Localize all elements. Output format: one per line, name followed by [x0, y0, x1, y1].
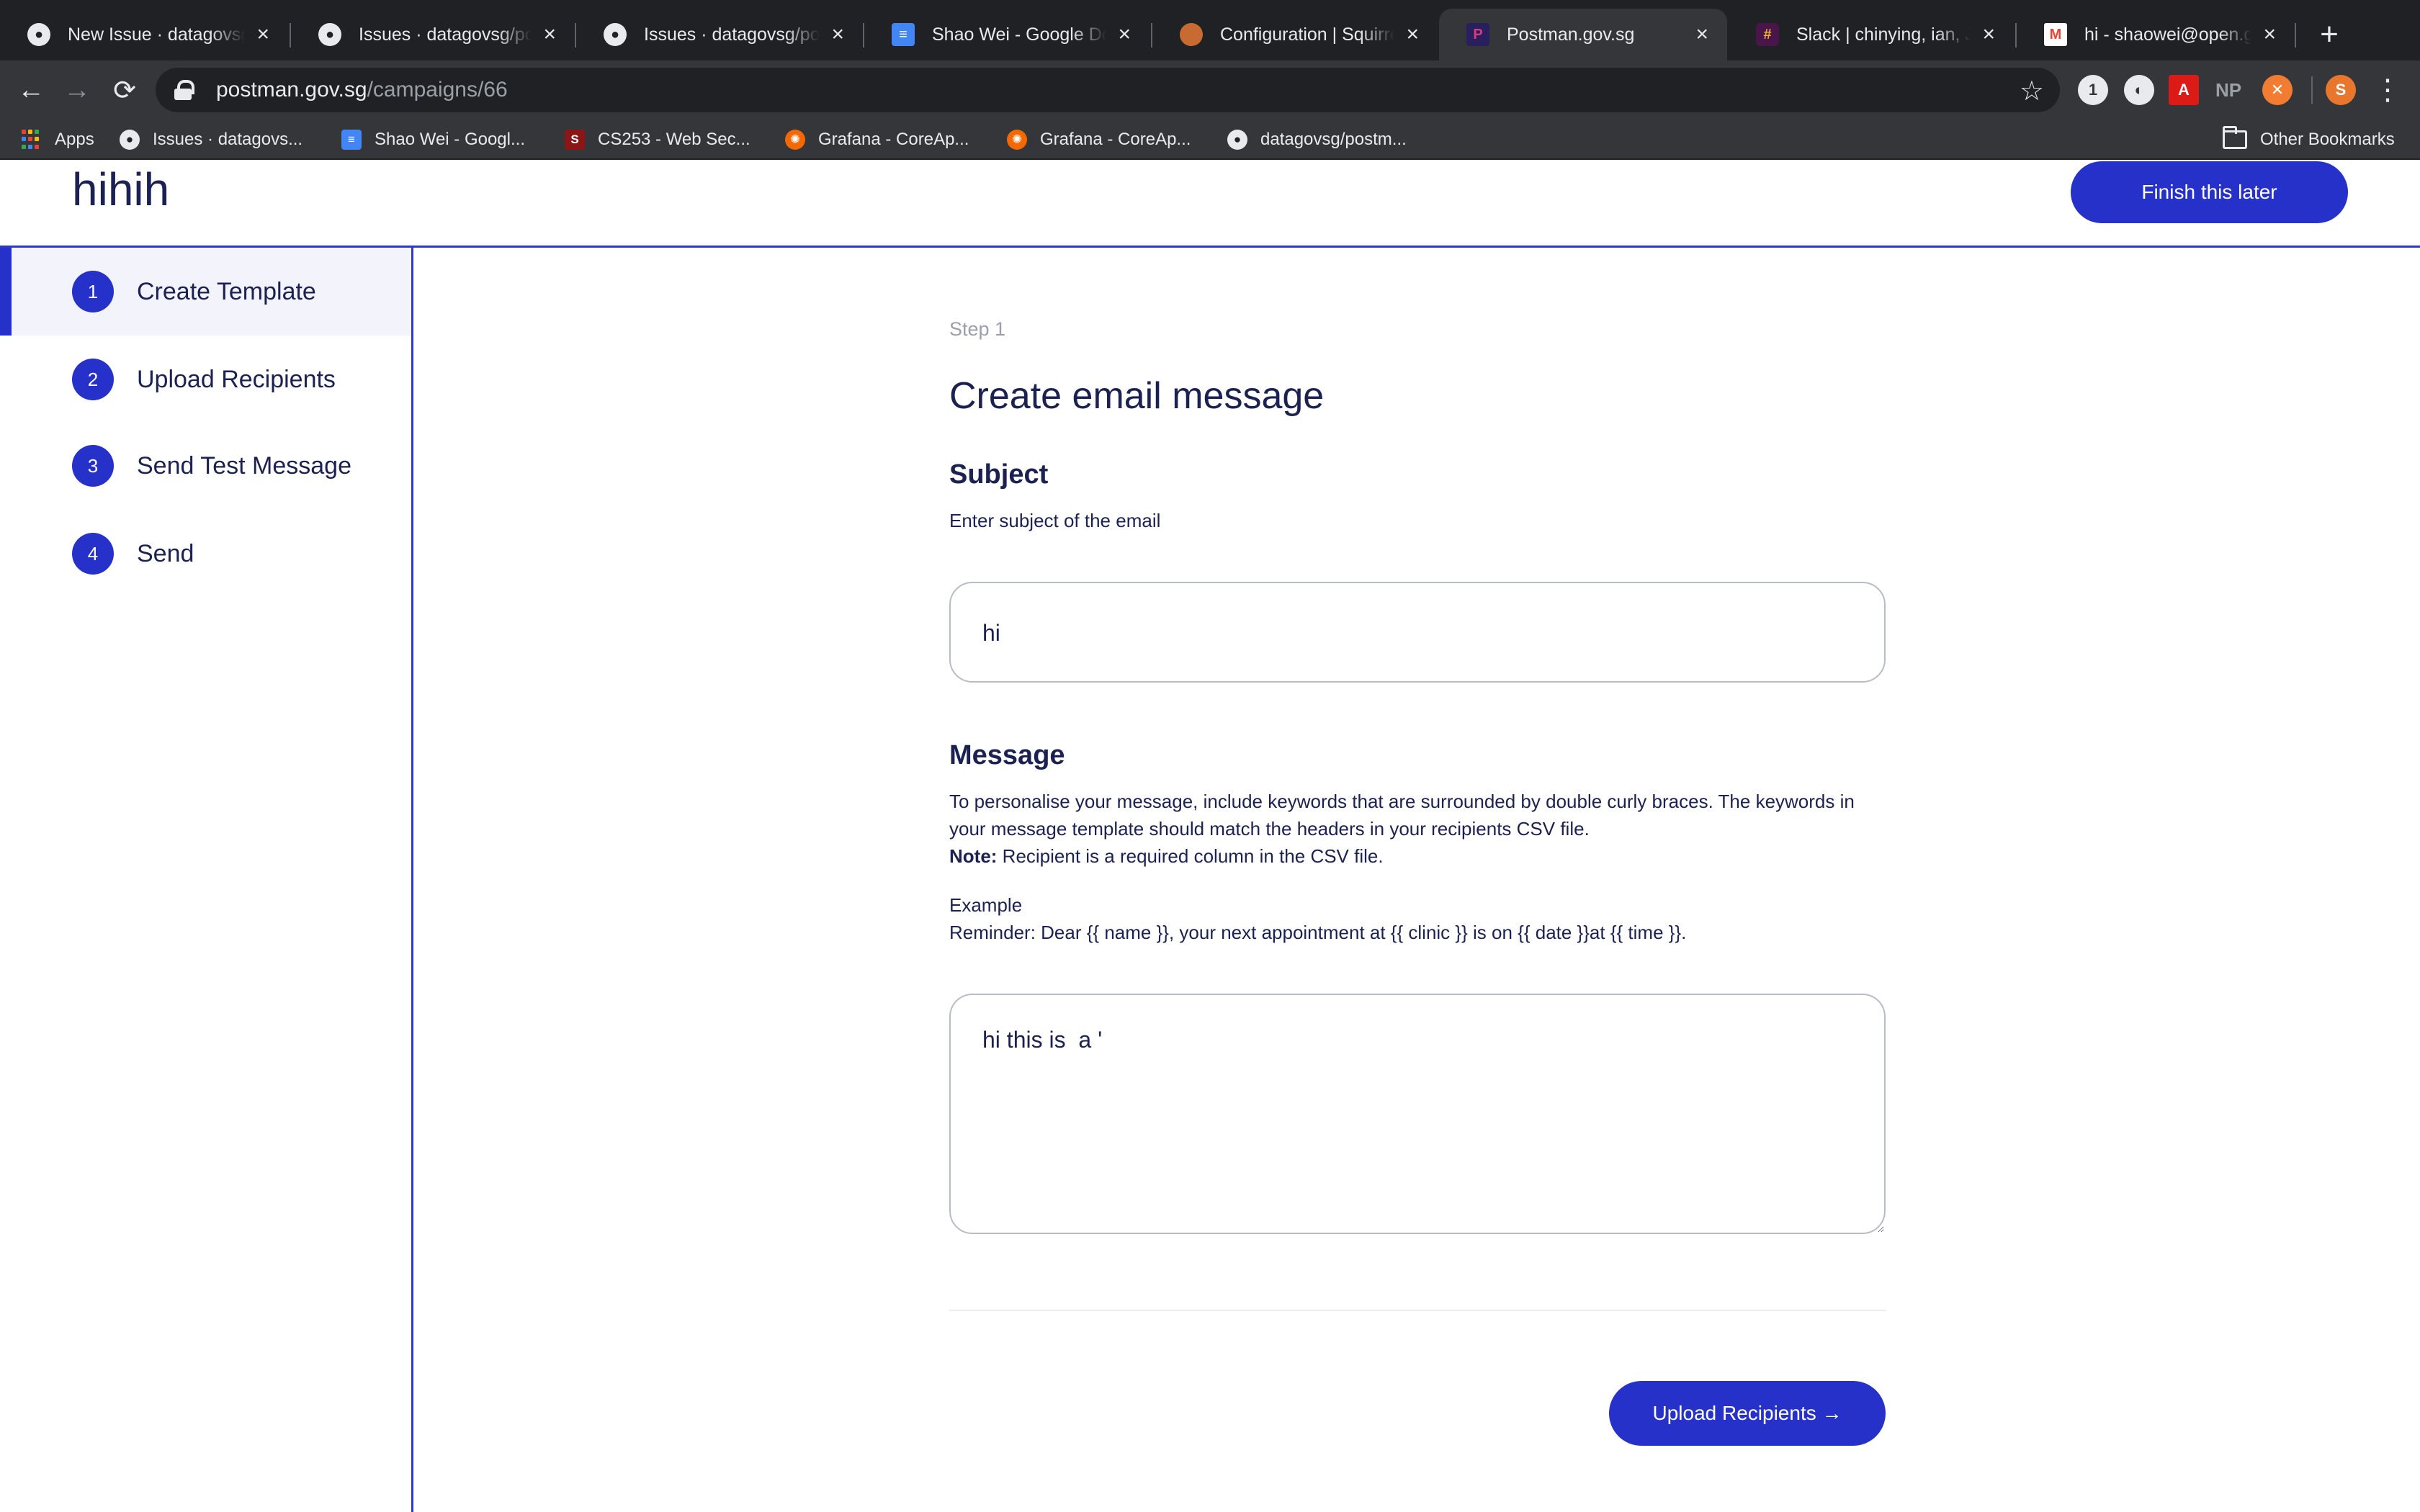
tab-title: Postman.gov.sg [1507, 24, 1635, 45]
steps-sidebar: 1 Create Template 2 Upload Recipients 3 … [0, 248, 413, 1512]
bookmark-item[interactable]: ● Issues · datagovs... [120, 127, 302, 153]
example-label: Example [949, 894, 1023, 916]
forward-arrow-icon[interactable]: → [59, 72, 95, 108]
tab-title: hi - shaowei@open.gov.sg [2084, 24, 2252, 45]
browser-tab-strip: ● New Issue · datagovsg/postman × ● Issu… [0, 0, 2420, 60]
tab-title: Slack | chinying, ian, Jeff [1796, 24, 1971, 45]
page-title: Create email message [949, 375, 1325, 417]
message-help-text: To personalise your message, include key… [949, 788, 1886, 870]
tab-title: Configuration | SquirrelMail [1220, 24, 1394, 45]
message-help-paragraph: To personalise your message, include key… [949, 791, 1855, 840]
github-icon: ● [1227, 130, 1247, 150]
step-send[interactable]: 4 Send [0, 510, 411, 598]
extension-orange-icon[interactable]: ✕ [2262, 75, 2293, 105]
browser-toolbar: ← → ⟳ postman.gov.sg/campaigns/66 ☆ 1 ◐ … [0, 60, 2420, 120]
close-icon[interactable]: × [1695, 24, 1708, 45]
github-icon: ● [318, 23, 341, 46]
step-number-badge: 2 [72, 359, 114, 400]
bookmark-apps[interactable]: Apps [22, 127, 94, 153]
browser-tab[interactable]: Configuration | SquirrelMail × [1152, 9, 1438, 60]
step-indicator: Step 1 [949, 318, 1006, 340]
bookmark-item[interactable]: ≡ Shao Wei - Googl... [341, 127, 525, 153]
url-host: postman.gov.sg [216, 78, 367, 102]
grafana-icon: ✺ [1007, 130, 1027, 150]
bookmark-item[interactable]: ● datagovsg/postm... [1227, 127, 1407, 153]
github-icon: ● [120, 130, 140, 150]
divider [949, 1310, 1886, 1311]
step-send-test-message[interactable]: 3 Send Test Message [0, 422, 411, 510]
subject-help-text: Enter subject of the email [949, 510, 1161, 531]
step-label: Create Template [137, 277, 316, 305]
close-icon[interactable]: × [1406, 24, 1419, 45]
profile-avatar[interactable]: S [2326, 75, 2356, 105]
note-text: Recipient is a required column in the CS… [997, 845, 1384, 867]
extension-icon[interactable]: ◐ [2124, 75, 2154, 105]
lock-icon [174, 80, 194, 100]
close-icon[interactable]: × [831, 24, 844, 45]
squirrel-icon [1180, 23, 1203, 46]
1password-icon[interactable]: 1 [2078, 75, 2108, 105]
bookmark-item[interactable]: S CS253 - Web Sec... [565, 127, 750, 153]
message-heading: Message [949, 740, 1065, 770]
github-icon: ● [604, 23, 627, 46]
close-icon[interactable]: × [543, 24, 556, 45]
finish-later-button[interactable]: Finish this later [2071, 161, 2348, 223]
close-icon[interactable]: × [256, 24, 269, 45]
browser-tab[interactable]: ● New Issue · datagovsg/postman × [0, 9, 288, 60]
subject-input[interactable] [949, 582, 1886, 683]
browser-tab-active[interactable]: P Postman.gov.sg × [1439, 9, 1727, 60]
angular-icon[interactable]: A [2169, 75, 2199, 105]
subject-heading: Subject [949, 459, 1049, 490]
close-icon[interactable]: × [1118, 24, 1131, 45]
step-label: Upload Recipients [137, 365, 336, 393]
apps-grid-icon [22, 130, 42, 150]
tab-title: Issues · datagovsg/postman [359, 24, 532, 45]
google-docs-icon: ≡ [341, 130, 362, 150]
address-bar[interactable]: postman.gov.sg/campaigns/66 ☆ [156, 68, 2060, 112]
url-path: /campaigns/66 [367, 78, 508, 102]
bookmarks-bar: Apps ● Issues · datagovs... ≡ Shao Wei -… [0, 120, 2420, 160]
browser-tab[interactable]: ≡ Shao Wei - Google Docs × [864, 9, 1150, 60]
bookmark-item[interactable]: ✺ Grafana - CoreAp... [785, 127, 969, 153]
step-label: Send [137, 539, 194, 567]
reload-icon[interactable]: ⟳ [107, 72, 143, 108]
step-number-badge: 3 [72, 445, 114, 487]
np-extension-icon[interactable]: NP [2213, 75, 2244, 105]
bookmark-star-icon[interactable]: ☆ [2020, 75, 2044, 107]
note-label: Note: [949, 845, 998, 867]
bookmark-item[interactable]: ✺ Grafana - CoreAp... [1007, 127, 1191, 153]
back-arrow-icon[interactable]: ← [13, 72, 49, 108]
close-icon[interactable]: × [1982, 24, 1995, 45]
browser-tab[interactable]: ● Issues · datagovsg/postman × [576, 9, 863, 60]
tab-title: Shao Wei - Google Docs [932, 24, 1106, 45]
upload-recipients-button[interactable]: Upload Recipients → [1609, 1381, 1886, 1446]
new-tab-button[interactable]: + [2309, 14, 2349, 55]
step-number-badge: 4 [72, 533, 114, 575]
google-docs-icon: ≡ [892, 23, 915, 46]
campaign-title: hihih [72, 163, 170, 215]
stanford-icon: S [565, 130, 585, 150]
folder-icon [2223, 126, 2247, 149]
message-textarea[interactable]: hi this is a ' [949, 994, 1886, 1234]
grafana-icon: ✺ [785, 130, 805, 150]
github-icon: ● [27, 23, 50, 46]
step-upload-recipients[interactable]: 2 Upload Recipients [0, 336, 411, 423]
slack-icon: # [1756, 23, 1779, 46]
campaign-header: hihih Finish this later [0, 161, 2420, 248]
close-icon[interactable]: × [2263, 24, 2276, 45]
other-bookmarks[interactable]: Other Bookmarks [2223, 126, 2395, 153]
example-template: Reminder: Dear {{ name }}, your next app… [949, 922, 1687, 943]
browser-menu-icon[interactable]: ⋮ [2373, 71, 2402, 109]
step-create-template[interactable]: 1 Create Template [0, 248, 411, 336]
browser-tab[interactable]: ● Issues · datagovsg/postman × [291, 9, 575, 60]
postman-icon: P [1466, 23, 1489, 46]
step-number-badge: 1 [72, 271, 114, 312]
browser-tab[interactable]: # Slack | chinying, ian, Jeff × [1729, 9, 2014, 60]
gmail-icon: M [2044, 23, 2067, 46]
browser-tab[interactable]: M hi - shaowei@open.gov.sg × [2017, 9, 2295, 60]
step-label: Send Test Message [137, 451, 351, 480]
tab-title: Issues · datagovsg/postman [644, 24, 820, 45]
tab-title: New Issue · datagovsg/postman [68, 24, 245, 45]
example-text: Example Reminder: Dear {{ name }}, your … [949, 891, 1886, 946]
